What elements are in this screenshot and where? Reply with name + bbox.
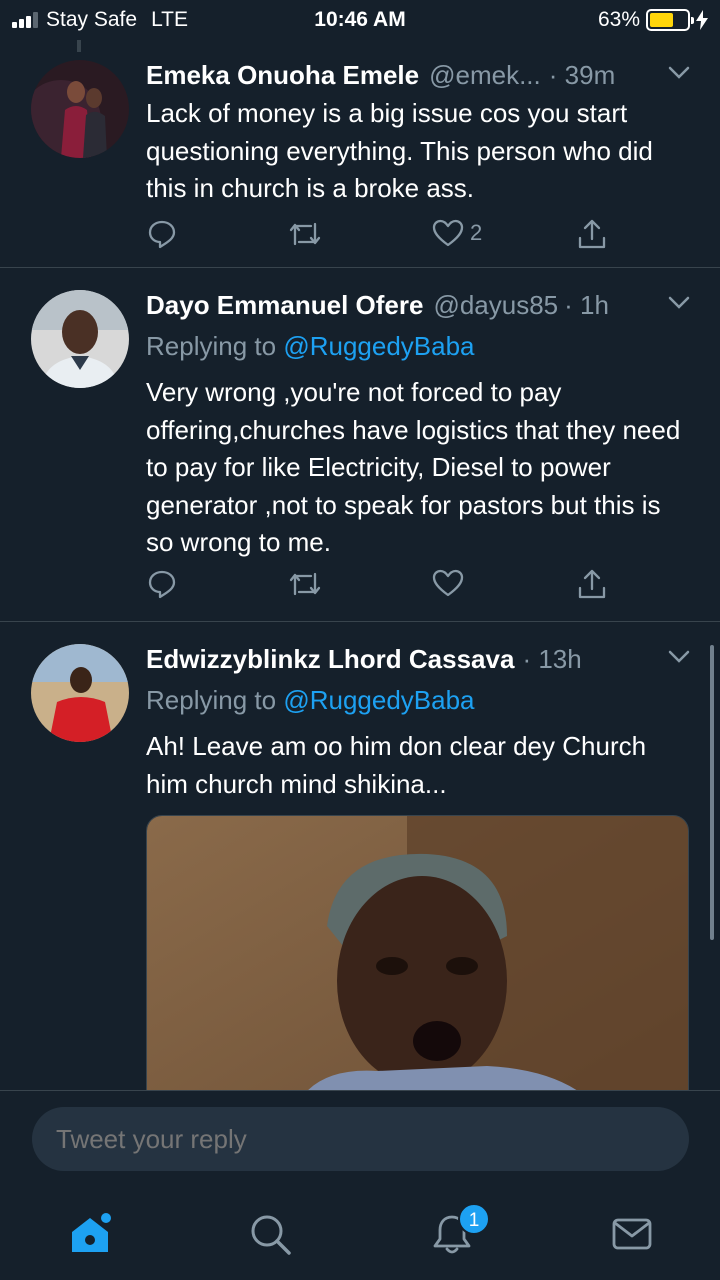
tab-bar [0, 1190, 720, 1280]
battery-percent: 63% [597, 8, 640, 31]
replying-handle[interactable]: @RuggedyBaba [283, 685, 474, 715]
chevron-down-icon[interactable] [668, 650, 690, 664]
thread-line [77, 40, 81, 52]
like-button[interactable] [432, 568, 470, 598]
author-name[interactable]: Emeka Onuoha Emele [146, 60, 419, 91]
status-bar: Stay Safe LTE 10:46 AM 63% [0, 0, 720, 40]
author-handle[interactable]: @dayus85 [433, 290, 558, 321]
retweet-icon [289, 572, 321, 596]
timeline[interactable]: Emeka Onuoha Emele @emek... · 39m Lack o… [0, 40, 720, 1090]
replying-to: Replying to @RuggedyBaba [146, 331, 690, 362]
author-name[interactable]: Edwizzyblinkz Lhord Cassava [146, 644, 514, 675]
messages-icon[interactable] [610, 1212, 654, 1256]
share-button[interactable] [576, 568, 608, 600]
tweet[interactable]: Emeka Onuoha Emele @emek... · 39m Lack o… [0, 40, 720, 268]
reply-button[interactable] [146, 568, 178, 600]
reply-button[interactable] [146, 218, 178, 250]
like-count: 2 [470, 220, 483, 245]
like-icon [432, 219, 464, 247]
share-icon [578, 219, 606, 249]
reply-icon [148, 570, 176, 599]
tweet-text: Lack of money is a big issue cos you sta… [146, 98, 653, 203]
reply-input[interactable] [32, 1107, 689, 1171]
notifications-badge: 1 [458, 1203, 490, 1235]
tweet-actions: 2 [146, 218, 616, 252]
replying-label: Replying to [146, 331, 277, 361]
share-icon [578, 569, 606, 599]
like-icon [432, 569, 464, 597]
chevron-down-icon[interactable] [668, 296, 690, 310]
replying-to: Replying to @RuggedyBaba [146, 685, 690, 716]
share-button[interactable] [576, 218, 608, 250]
reply-icon [148, 220, 176, 249]
tweet-text: Ah! Leave am oo him don clear dey Church… [146, 731, 647, 799]
retweet-button[interactable] [287, 568, 323, 600]
tweet-time: · 13h [522, 644, 582, 674]
author-handle[interactable]: @emek... [429, 60, 541, 91]
tweet[interactable]: Dayo Emmanuel Ofere @dayus85 · 1h Replyi… [0, 268, 720, 622]
reply-composer [0, 1090, 720, 1190]
search-icon[interactable] [248, 1212, 292, 1256]
replying-label: Replying to [146, 685, 277, 715]
chevron-down-icon[interactable] [668, 66, 690, 80]
replying-handle[interactable]: @RuggedyBaba [283, 331, 474, 361]
like-button[interactable]: 2 [432, 218, 482, 248]
charging-bolt-icon [696, 10, 708, 30]
battery-icon [646, 9, 694, 31]
tweet-text: Very wrong ,you're not forced to pay off… [146, 377, 681, 557]
author-name[interactable]: Dayo Emmanuel Ofere [146, 290, 423, 321]
tweet-actions [146, 568, 616, 602]
tweet-media-image[interactable] [146, 815, 689, 1090]
tweet-time: · 1h [564, 290, 609, 320]
avatar[interactable] [31, 290, 129, 388]
home-icon[interactable] [68, 1212, 112, 1256]
avatar[interactable] [31, 644, 129, 742]
scrollbar[interactable] [710, 645, 714, 940]
retweet-button[interactable] [287, 218, 323, 250]
avatar[interactable] [31, 60, 129, 158]
retweet-icon [289, 222, 321, 246]
tweet-time: · 39m [548, 60, 616, 90]
